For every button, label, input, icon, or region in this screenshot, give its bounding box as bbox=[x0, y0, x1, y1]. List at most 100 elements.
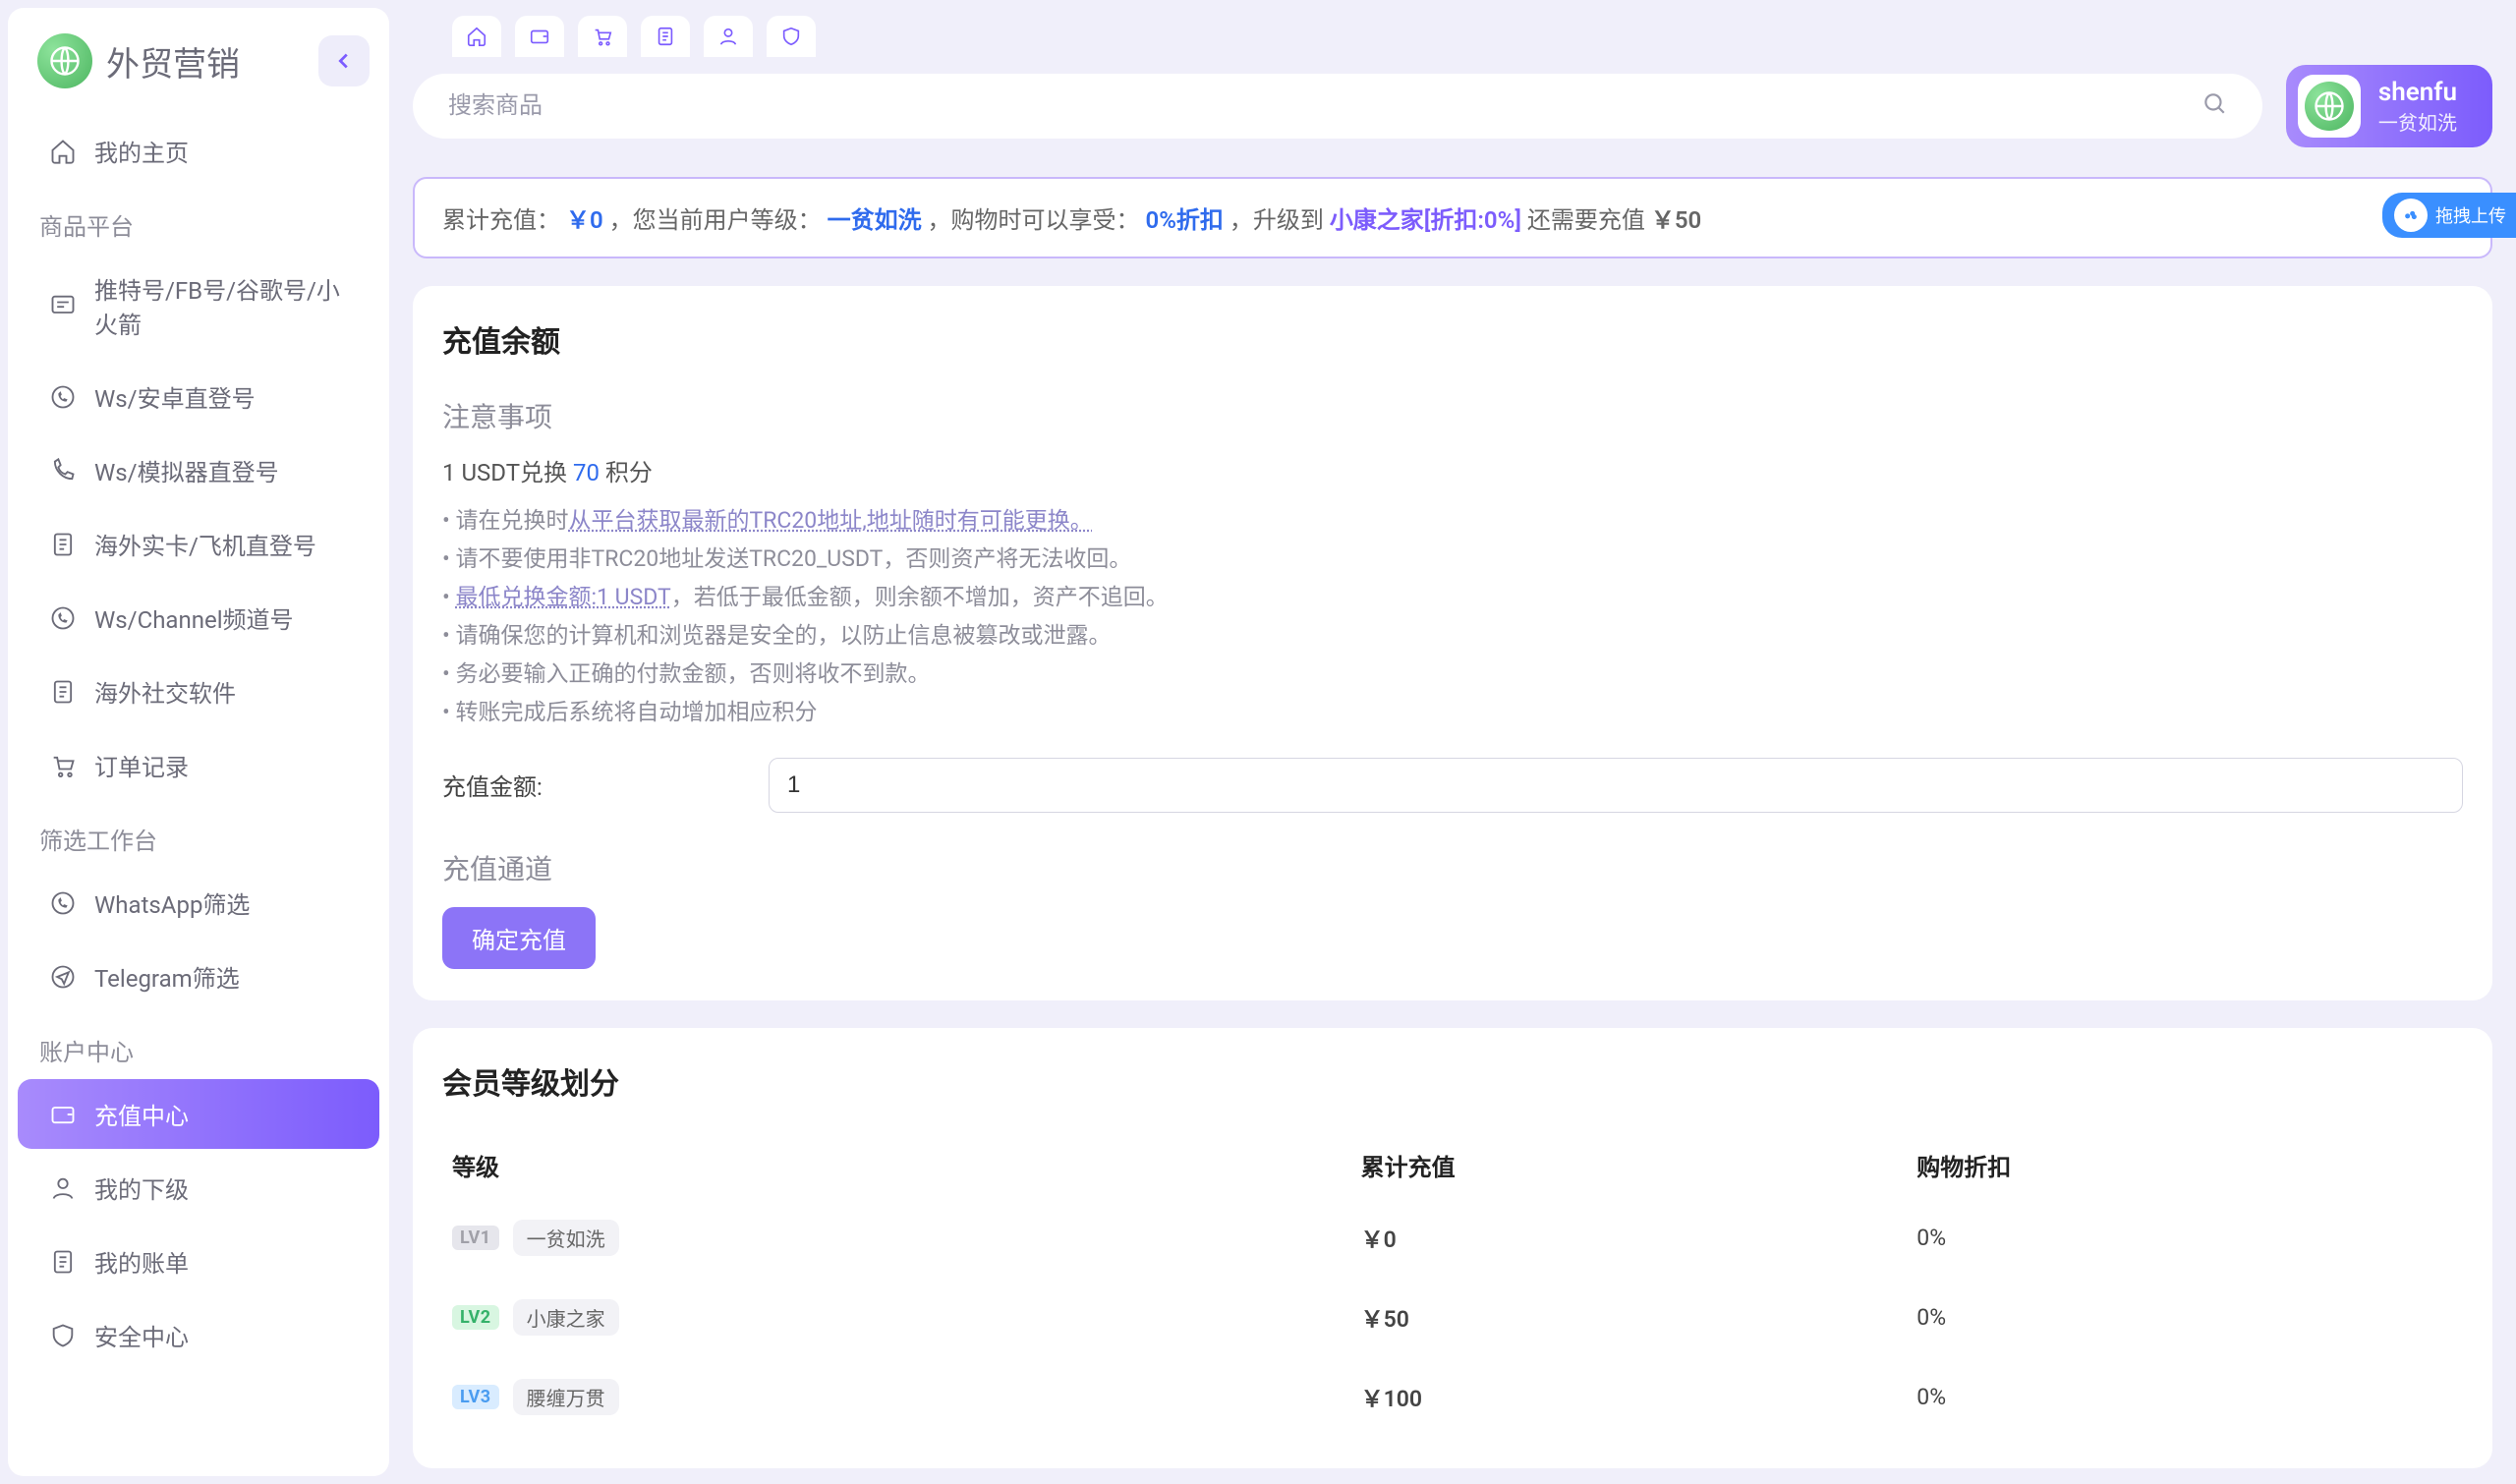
wallet-icon bbox=[49, 1101, 77, 1128]
sidebar-item-label: Ws/安卓直登号 bbox=[94, 379, 256, 414]
tab-doc[interactable] bbox=[641, 16, 690, 57]
level-total: ￥50 bbox=[1351, 1278, 1908, 1357]
brand-logo-icon bbox=[37, 33, 92, 88]
sidebar-item-label: 安全中心 bbox=[94, 1318, 189, 1352]
sidebar: 外贸营销 我的主页商品平台推特号/FB号/谷歌号/小火箭 Ws/安卓直登号 Ws/模… bbox=[8, 8, 389, 1476]
phone-icon bbox=[49, 457, 77, 485]
sidebar-item-label: Ws/Channel频道号 bbox=[94, 600, 294, 635]
sidebar-item-orders[interactable]: 订单记录 bbox=[18, 730, 379, 800]
sidebar-item-security[interactable]: 安全中心 bbox=[18, 1300, 379, 1370]
sidebar-item-label: Ws/模拟器直登号 bbox=[94, 453, 279, 487]
col-discount: 购物折扣 bbox=[1907, 1132, 2463, 1198]
sidebar-item-twitter[interactable]: 推特号/FB号/谷歌号/小火箭 bbox=[18, 254, 379, 358]
tab-home[interactable] bbox=[452, 16, 501, 57]
recharge-title: 充值余额 bbox=[442, 317, 2463, 361]
sidebar-item-overseas-social[interactable]: 海外社交软件 bbox=[18, 656, 379, 726]
note-item: 转账完成后系统将自动增加相应积分 bbox=[442, 693, 2463, 731]
level-badge: LV1 bbox=[452, 1226, 499, 1250]
note-item: 最低兑换金额:1 USDT，若低于最低金额，则余额不增加，资产不追回。 bbox=[442, 578, 2463, 616]
exchange-rate: 1 USDT兑换 70 积分 bbox=[442, 453, 2463, 487]
sidebar-item-label: 我的主页 bbox=[94, 134, 189, 168]
levels-table: 等级 累计充值 购物折扣 LV1一贫如洗￥00%LV2小康之家￥500%LV3腰… bbox=[442, 1132, 2463, 1437]
sidebar-item-recharge[interactable]: 充值中心 bbox=[18, 1079, 379, 1149]
note-item: 请确保您的计算机和浏览器是安全的，以防止信息被篡改或泄露。 bbox=[442, 616, 2463, 655]
cumulative-amount: ￥0 bbox=[566, 206, 603, 234]
current-level: 一贫如洗 bbox=[828, 206, 922, 234]
level-discount: 0% bbox=[1907, 1198, 2463, 1278]
recharge-card: 充值余额 注意事项 1 USDT兑换 70 积分 请在兑换时从平台获取最新的TR… bbox=[413, 286, 2492, 1000]
sidebar-item-ws-android[interactable]: Ws/安卓直登号 bbox=[18, 362, 379, 431]
top-tabstrip bbox=[413, 16, 2492, 67]
shield-icon bbox=[49, 1322, 77, 1349]
user-icon bbox=[717, 26, 739, 47]
user-name: shenfu bbox=[2378, 78, 2457, 107]
tab-cart[interactable] bbox=[578, 16, 627, 57]
sidebar-item-label: 海外实卡/飞机直登号 bbox=[94, 527, 316, 561]
sidebar-item-label: 海外社交软件 bbox=[94, 674, 236, 709]
col-level: 等级 bbox=[442, 1132, 1351, 1198]
doc-icon bbox=[49, 1248, 77, 1276]
user-level: 一贫如洗 bbox=[2378, 107, 2457, 136]
sidebar-item-ws-channel[interactable]: Ws/Channel频道号 bbox=[18, 583, 379, 653]
need-amount: ￥50 bbox=[1651, 206, 1701, 234]
tab-user[interactable] bbox=[704, 16, 753, 57]
search-button[interactable] bbox=[2202, 90, 2227, 122]
sidebar-section-label: 账户中心 bbox=[8, 1015, 389, 1075]
cart-icon bbox=[49, 752, 77, 779]
sidebar-item-label: 推特号/FB号/谷歌号/小火箭 bbox=[94, 271, 348, 340]
sidebar-item-label: WhatsApp筛选 bbox=[94, 885, 250, 920]
table-row: LV1一贫如洗￥00% bbox=[442, 1198, 2463, 1278]
user-icon bbox=[49, 1174, 77, 1202]
table-row: LV2 小康之家 ￥500% bbox=[442, 1278, 2463, 1357]
notes-title: 注意事项 bbox=[442, 396, 2463, 435]
sidebar-item-label: 我的下级 bbox=[94, 1170, 189, 1205]
doc-icon bbox=[49, 678, 77, 706]
level-total: ￥100 bbox=[1351, 1357, 1908, 1437]
sidebar-item-overseas-sim[interactable]: 海外实卡/飞机直登号 bbox=[18, 509, 379, 579]
sidebar-item-label: Telegram筛选 bbox=[94, 959, 240, 994]
confirm-recharge-button[interactable]: 确定充值 bbox=[442, 907, 596, 969]
level-name: 腰缠万贯 bbox=[513, 1379, 619, 1415]
sidebar-item-downline[interactable]: 我的下级 bbox=[18, 1153, 379, 1223]
channel-title: 充值通道 bbox=[442, 848, 2463, 887]
search-box bbox=[413, 74, 2262, 139]
sidebar-item-bills[interactable]: 我的账单 bbox=[18, 1227, 379, 1296]
level-badge: LV2 bbox=[452, 1305, 499, 1330]
amount-input[interactable] bbox=[769, 758, 2463, 813]
sidebar-section-label: 筛选工作台 bbox=[8, 804, 389, 864]
search-input[interactable] bbox=[448, 92, 2202, 120]
sidebar-section-label: 商品平台 bbox=[8, 190, 389, 250]
note-item: 请在兑换时从平台获取最新的TRC20地址,地址随时有可能更换。 bbox=[442, 501, 2463, 540]
sidebar-item-home[interactable]: 我的主页 bbox=[18, 116, 379, 186]
next-level: 小康之家[折扣:0%] bbox=[1330, 206, 1521, 234]
recharge-info-bar: 累计充值： ￥0 ，您当前用户等级： 一贫如洗 ，购物时可以享受： 0%折扣 ，… bbox=[413, 177, 2492, 258]
level-badge: LV3 bbox=[452, 1385, 499, 1409]
sidebar-collapse-button[interactable] bbox=[318, 35, 370, 86]
chat-icon bbox=[49, 292, 77, 319]
table-row: LV3 腰缠万贯 ￥1000% bbox=[442, 1357, 2463, 1437]
search-icon bbox=[2202, 90, 2227, 116]
note-item: 务必要输入正确的付款金额，否则将收不到款。 bbox=[442, 655, 2463, 693]
sidebar-item-tg-filter[interactable]: Telegram筛选 bbox=[18, 942, 379, 1011]
whatsapp-icon bbox=[49, 604, 77, 632]
level-name: 小康之家 bbox=[513, 1299, 619, 1336]
sidebar-item-ws-sim[interactable]: Ws/模拟器直登号 bbox=[18, 435, 379, 505]
doc-icon bbox=[655, 26, 676, 47]
notes-list: 请在兑换时从平台获取最新的TRC20地址,地址随时有可能更换。请不要使用非TRC… bbox=[442, 501, 2463, 732]
sidebar-item-wa-filter[interactable]: WhatsApp筛选 bbox=[18, 868, 379, 938]
level-discount: 0% bbox=[1907, 1357, 2463, 1437]
levels-card: 会员等级划分 等级 累计充值 购物折扣 LV1一贫如洗￥00%LV2小康之家￥5… bbox=[413, 1028, 2492, 1468]
level-total: ￥0 bbox=[1351, 1198, 1908, 1278]
amount-label: 充值金额: bbox=[442, 768, 747, 802]
current-discount: 0%折扣 bbox=[1145, 206, 1223, 234]
tab-wallet[interactable] bbox=[515, 16, 564, 57]
cloud-icon bbox=[2394, 199, 2428, 232]
upload-pill[interactable]: 拖拽上传 bbox=[2382, 193, 2516, 238]
level-discount: 0% bbox=[1907, 1278, 2463, 1357]
levels-title: 会员等级划分 bbox=[442, 1059, 2463, 1103]
user-chip[interactable]: shenfu 一贫如洗 bbox=[2286, 65, 2492, 147]
chevron-left-icon bbox=[333, 50, 355, 72]
cart-icon bbox=[592, 26, 613, 47]
brand: 外贸营销 bbox=[37, 33, 240, 88]
tab-shield[interactable] bbox=[767, 16, 816, 57]
